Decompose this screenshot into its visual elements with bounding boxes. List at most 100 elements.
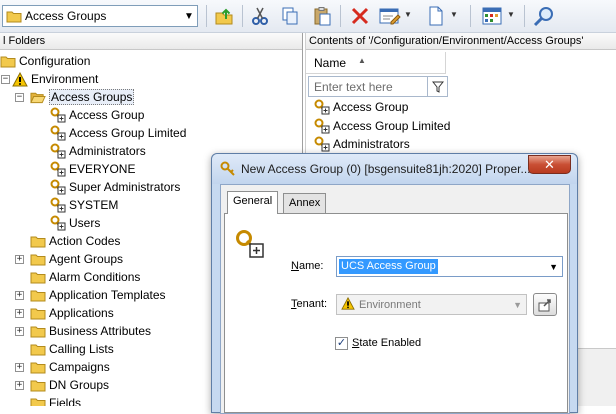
- close-button[interactable]: ✕: [528, 155, 571, 174]
- tree-item-campaigns[interactable]: Campaigns: [30, 358, 110, 376]
- browse-tenant-button[interactable]: [533, 293, 557, 316]
- expand-toggle[interactable]: +: [15, 309, 24, 318]
- access-group-icon: [50, 143, 66, 159]
- tree-item-action-codes[interactable]: Action Codes: [30, 232, 120, 250]
- key-icon: [220, 161, 236, 177]
- toolbar-separator: [340, 5, 341, 27]
- tree-item-calling-lists[interactable]: Calling Lists: [30, 340, 114, 358]
- tree-item-applications[interactable]: Applications: [30, 304, 114, 322]
- copy-button[interactable]: [278, 4, 302, 28]
- address-combo[interactable]: Access Groups ▼: [2, 5, 198, 27]
- delete-button[interactable]: [348, 4, 372, 28]
- chevron-down-icon[interactable]: ▼: [507, 10, 515, 19]
- tenant-value: Environment: [359, 298, 421, 311]
- tree-item-agent-groups[interactable]: Agent Groups: [30, 250, 123, 268]
- tree-item-access-groups[interactable]: Access Groups: [30, 88, 135, 106]
- tree-item-label: Campaigns: [49, 360, 110, 374]
- tree-item-business-attributes[interactable]: Business Attributes: [30, 322, 151, 340]
- tab-annex[interactable]: Annex: [283, 193, 327, 213]
- folder-icon: [30, 323, 46, 339]
- view-icon: [482, 7, 502, 25]
- paste-button[interactable]: [310, 4, 334, 28]
- tree-item-dn-groups[interactable]: DN Groups: [30, 376, 109, 394]
- tree-item-administrators[interactable]: Administrators: [50, 142, 146, 160]
- tree-item-label: Super Administrators: [69, 180, 181, 194]
- folder-icon: [30, 395, 46, 406]
- expand-toggle[interactable]: +: [15, 327, 24, 336]
- edit-button[interactable]: [378, 4, 402, 28]
- chevron-down-icon[interactable]: ▼: [549, 262, 558, 272]
- expand-toggle[interactable]: +: [15, 291, 24, 300]
- tree-item-label: Alarm Conditions: [49, 270, 141, 284]
- tree-item-label: Access Group Limited: [69, 126, 187, 140]
- tree-item-fields[interactable]: Fields: [30, 394, 81, 406]
- expand-toggle[interactable]: +: [15, 255, 24, 264]
- folder-icon: [30, 233, 46, 249]
- dialog-body: General Annex Name: UCS Access Group ▼ T…: [220, 184, 570, 414]
- dialog-title-bar[interactable]: New Access Group (0) [bsgensuite81jh:202…: [212, 154, 577, 184]
- name-label-mnemonic: N: [291, 260, 299, 272]
- view-button[interactable]: [480, 4, 504, 28]
- tenant-label: Tenant:: [291, 298, 327, 310]
- name-input[interactable]: UCS Access Group ▼: [336, 256, 563, 277]
- tree-item-access-group[interactable]: Access Group: [50, 106, 144, 124]
- tree-item-system[interactable]: SYSTEM: [50, 196, 118, 214]
- warning-icon: [12, 71, 28, 87]
- state-enabled-label: State Enabled: [352, 337, 421, 349]
- toolbar-separator: [470, 5, 471, 27]
- paste-icon: [314, 7, 331, 26]
- folder-icon: [30, 359, 46, 375]
- folder-icon: [0, 53, 16, 69]
- folder-icon: [30, 251, 46, 267]
- up-folder-button[interactable]: [212, 4, 236, 28]
- folder-icon: [30, 305, 46, 321]
- chevron-down-icon[interactable]: ▼: [181, 11, 197, 22]
- tree-item-configuration[interactable]: Configuration: [0, 52, 90, 70]
- find-button[interactable]: [532, 4, 556, 28]
- chevron-down-icon[interactable]: ▼: [450, 10, 458, 19]
- tree-item-users[interactable]: Users: [50, 214, 100, 232]
- browse-icon: [538, 298, 551, 311]
- tree-item-label: Access Groups: [49, 89, 135, 105]
- access-group-icon: [314, 136, 330, 152]
- access-group-icon: [50, 125, 66, 141]
- tenant-select[interactable]: Environment ▼: [336, 294, 527, 315]
- access-group-icon: [314, 118, 330, 134]
- tab-general[interactable]: General: [227, 191, 279, 214]
- list-item[interactable]: Access Group Limited: [314, 117, 450, 135]
- folder-icon: [5, 9, 23, 23]
- new-button[interactable]: [424, 4, 448, 28]
- cut-button[interactable]: [248, 4, 272, 28]
- filter-icon[interactable]: [427, 77, 447, 96]
- access-group-icon: [50, 107, 66, 123]
- new-icon: [429, 6, 443, 26]
- filter-box: [308, 76, 448, 97]
- expand-toggle[interactable]: +: [15, 363, 24, 372]
- tree-item-everyone[interactable]: EVERYONE: [50, 160, 135, 178]
- general-tab-panel: Name: UCS Access Group ▼ Tenant: Environ…: [224, 213, 568, 413]
- tree-item-label: Configuration: [19, 54, 91, 68]
- list-item[interactable]: Administrators: [314, 135, 410, 153]
- chevron-down-icon[interactable]: ▼: [404, 10, 412, 19]
- name-input-value: UCS Access Group: [339, 259, 438, 274]
- list-item-label: Administrators: [333, 137, 410, 151]
- tree-item-label: EVERYONE: [69, 162, 136, 176]
- tree-item-label: DN Groups: [49, 378, 110, 392]
- expand-toggle[interactable]: +: [15, 381, 24, 390]
- collapse-toggle[interactable]: −: [15, 93, 24, 102]
- column-header-name[interactable]: Name ▲: [306, 52, 446, 74]
- tree-item-application-templates[interactable]: Application Templates: [30, 286, 166, 304]
- warning-icon: [341, 296, 355, 313]
- tree-item-alarm-conditions[interactable]: Alarm Conditions: [30, 268, 140, 286]
- tree-item-access-group-limited[interactable]: Access Group Limited: [50, 124, 186, 142]
- tree-item-label: Environment: [31, 72, 99, 86]
- access-group-icon: [235, 229, 265, 262]
- collapse-toggle[interactable]: −: [1, 75, 10, 84]
- access-group-icon: [50, 215, 66, 231]
- list-item[interactable]: Access Group: [314, 98, 408, 116]
- filter-input[interactable]: [309, 77, 427, 96]
- tree-item-environment[interactable]: Environment: [12, 70, 98, 88]
- tree-item-super-administrators[interactable]: Super Administrators: [50, 178, 180, 196]
- state-enabled-checkbox[interactable]: ✓: [335, 337, 348, 350]
- dialog-title: New Access Group (0) [bsgensuite81jh:202…: [241, 162, 531, 176]
